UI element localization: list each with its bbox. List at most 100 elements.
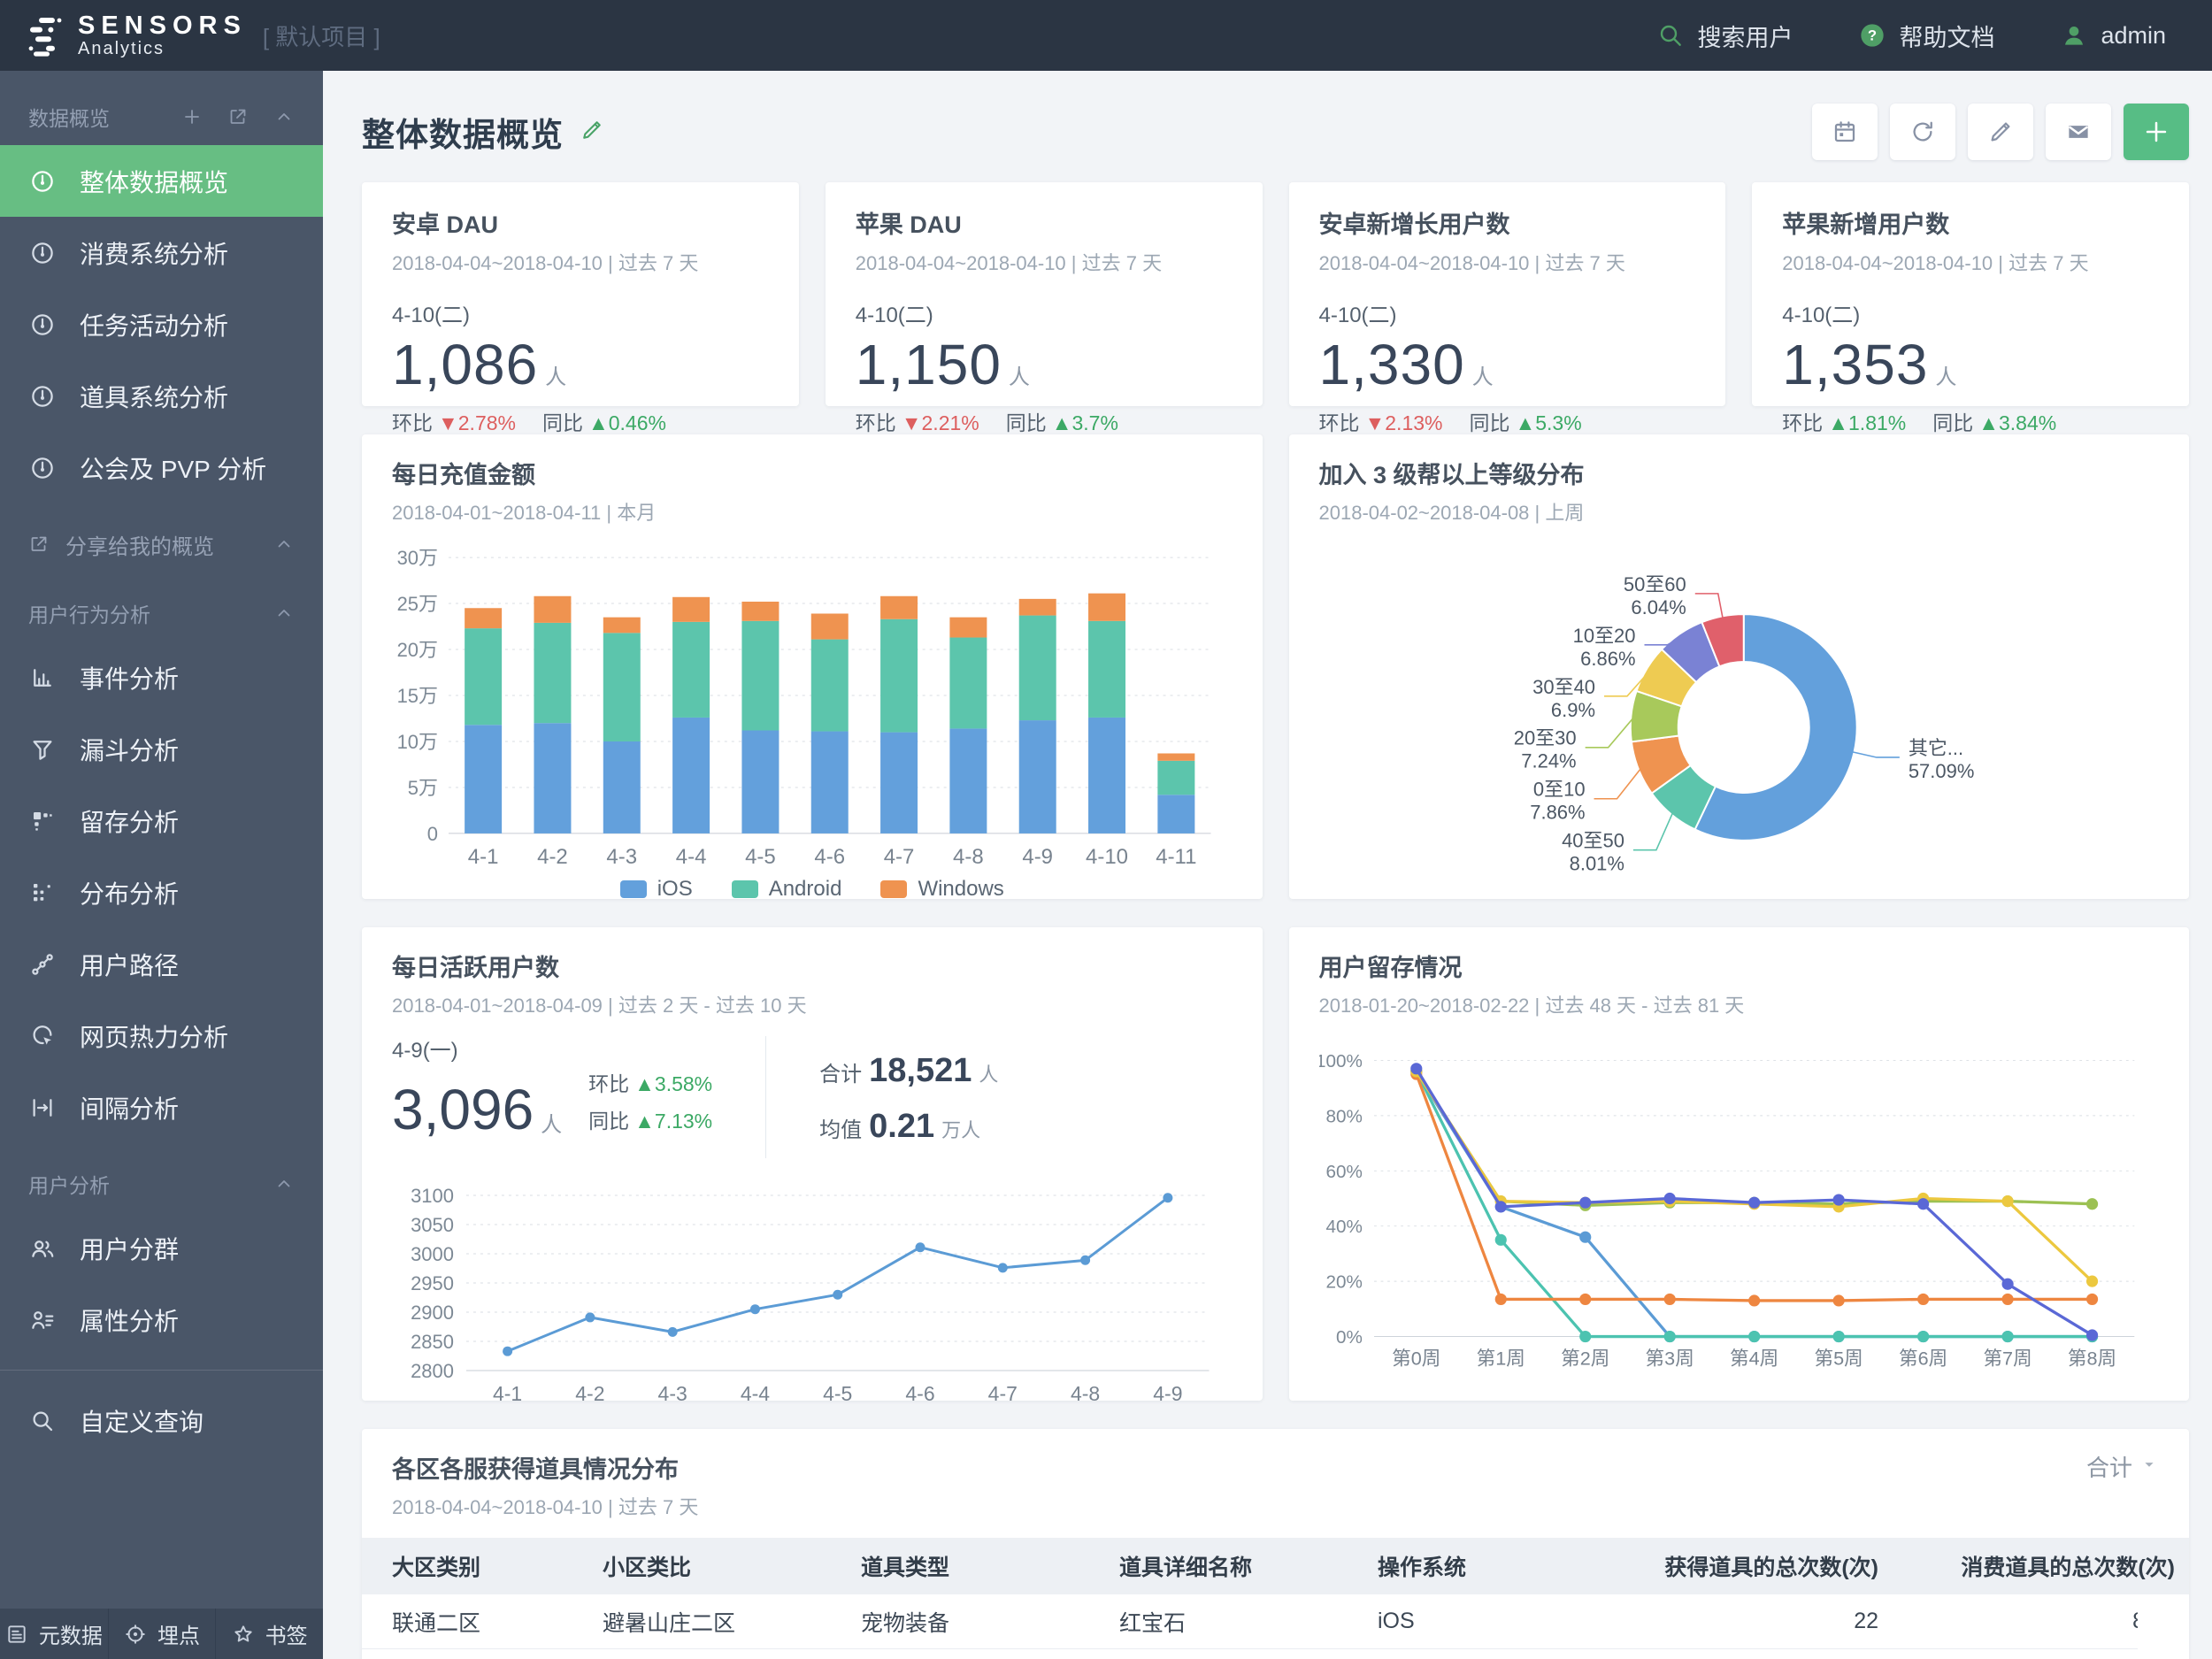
svg-text:4-8: 4-8 [953,845,984,869]
legend-item[interactable]: iOS [619,877,693,899]
chevron-up-icon[interactable] [273,603,295,624]
dau-aggregates: 合计 18,521 人 均值 0.21 万人 [819,1033,998,1165]
svg-text:6.9%: 6.9% [1550,699,1594,721]
cell-value: 8 [2132,1609,2138,1634]
kpi-date-range: 2018-04-04~2018-04-10 | 过去 7 天 [855,252,1163,274]
gap-icon [28,1094,57,1121]
svg-text:4-8: 4-8 [1071,1382,1100,1401]
doc-icon [5,1623,28,1646]
aggregate-select[interactable]: 合计 [2086,1450,2159,1483]
retention-line-chart[interactable]: 0% 20% 40% 60% 80% 100% 第0周 第1周 第2周 第3周 第4周 第5周 第6周 第… [1316,1034,2160,1401]
footer-bookmarks-button[interactable]: 书签 [215,1609,323,1659]
plus-icon[interactable] [181,106,203,127]
legend-label: Windows [918,877,1004,899]
dau-line-chart[interactable]: 2800 2850 2900 2950 3000 3050 3100 4-1 4-2 4-3 4-4… [392,1181,1233,1401]
sidebar-item-interval-analysis[interactable]: 间隔分析 [0,1071,323,1143]
kpi-unit: 人 [1008,365,1030,389]
help-icon: ? [1858,21,1886,50]
svg-text:3000: 3000 [411,1243,454,1265]
svg-text:第4周: 第4周 [1730,1348,1778,1370]
mail-button[interactable] [2046,104,2111,160]
sidebar-item-label: 消费系统分析 [80,240,229,268]
sidebar-footer: 元数据 埋点 书签 [0,1609,323,1659]
pencil-icon[interactable] [580,118,604,142]
kpi-value: 1,330 人 [1319,332,1696,397]
chevron-up-icon[interactable] [273,106,295,127]
topbar-admin-link[interactable]: admin [2060,21,2166,50]
kpi-value: 1,353 人 [1782,332,2159,397]
add-button[interactable] [2124,104,2189,160]
svg-text:2850: 2850 [411,1331,454,1353]
sidebar-item-consumption-system[interactable]: 消费系统分析 [0,217,323,288]
kpi-date: 4-10(二) [855,303,933,327]
share-icon[interactable] [227,106,249,127]
sidebar-item-label: 分布分析 [80,879,180,908]
ratio-label: 同比 [541,411,583,434]
refresh-button[interactable] [1890,104,1955,160]
sidebar-item-web-heatmap[interactable]: 网页热力分析 [0,1000,323,1071]
project-selector[interactable]: [ 默认项目 ] [263,19,380,52]
sidebar-item-item-system[interactable]: 道具系统分析 [0,360,323,432]
recharge-bar-chart[interactable]: 0 5万 10万 15万 20万 25万 30万 4-1 4-2 4-3 4-4 4-5 4-6 4-7 4… [392,541,1233,871]
stat-value: 3,096 [392,1078,534,1141]
sidebar-item-retention-analysis[interactable]: 留存分析 [0,785,323,856]
gauge-icon [28,383,57,410]
sidebar-item-user-segmentation[interactable]: 用户分群 [0,1212,323,1284]
svg-text:第6周: 第6周 [1898,1348,1947,1370]
svg-text:20%: 20% [1325,1272,1362,1293]
footer-tracking-button[interactable]: 埋点 [107,1609,216,1659]
table-row[interactable]: 联通二区避暑山庄二区药材舍利子Android226 [362,1649,2138,1659]
kpi-ratios: 环比 ▲1.81% 同比 ▲3.84% [1782,406,2159,436]
sidebar-section-overview: 数据概览 [0,88,323,145]
sidebar-item-event-analysis[interactable]: 事件分析 [0,641,323,713]
sidebar-item-guild-pvp[interactable]: 公会及 PVP 分析 [0,432,323,503]
edit-button[interactable] [1968,104,2033,160]
topbar-help-docs-link[interactable]: ? 帮助文档 [1858,19,1994,53]
chevron-up-icon[interactable] [273,534,295,555]
chart-title: 加入 3 级帮以上等级分布 [1318,462,1585,488]
legend-item[interactable]: Windows [880,877,1004,899]
calendar-button[interactable] [1812,104,1878,160]
guild-donut-chart[interactable]: 其它...57.09% 40至508.01% 0至107.86% 20至307.24%… [1319,541,2160,899]
chart-subtitle: 2018-04-01~2018-04-11 | 本月 [392,502,657,524]
topbar-search-users-link[interactable]: 搜索用户 [1656,19,1793,53]
sidebar-item-label: 公会及 PVP 分析 [80,455,267,483]
sidebar-item-user-path[interactable]: 用户路径 [0,928,323,1000]
retention-chart-card: 用户留存情况 2018-01-20~2018-02-22 | 过去 48 天 -… [1288,927,2189,1401]
dau-stats: 4-9(一) 3,096 人 环比 ▲3.58% 同比 ▲7.13% 合计 18,521… [392,1033,1233,1165]
sidebar-item-overall-overview[interactable]: 整体数据概览 [0,145,323,217]
sidebar-item-funnel-analysis[interactable]: 漏斗分析 [0,713,323,785]
table-cell: iOS [1378,1594,1648,1648]
sidebar-item-label: 网页热力分析 [80,1023,229,1051]
ratio-label: 同比 [1005,411,1047,434]
chart-subtitle: 2018-04-01~2018-04-09 | 过去 2 天 - 过去 10 天 [392,995,807,1017]
svg-text:40至50: 40至50 [1562,830,1624,852]
footer-metadata-button[interactable]: 元数据 [0,1609,108,1659]
svg-text:第2周: 第2周 [1561,1348,1609,1370]
svg-text:4-6: 4-6 [905,1382,934,1401]
sidebar-item-label: 任务活动分析 [80,311,229,340]
svg-text:8.01%: 8.01% [1569,853,1624,875]
footer-label: 书签 [265,1624,308,1648]
aggregate-label: 合计 [2085,1455,2132,1481]
svg-text:3050: 3050 [411,1214,454,1236]
sidebar-item-custom-query[interactable]: 自定义查询 [0,1385,323,1456]
sidebar-item-task-activity[interactable]: 任务活动分析 [0,288,323,360]
sidebar-divider [0,1370,323,1371]
svg-text:4-9: 4-9 [1153,1382,1182,1401]
funnel-icon [28,736,57,763]
sidebar-item-attribute-analysis[interactable]: 属性分析 [0,1284,323,1356]
table-header-cell: 道具类型 [861,1555,950,1580]
sidebar-section-shared-overview[interactable]: 分享给我的概览 [0,516,323,572]
svg-text:4-2: 4-2 [575,1382,604,1401]
kpi-unit: 人 [545,365,567,389]
chevron-up-icon[interactable] [273,1173,295,1194]
sidebar-item-distribution-analysis[interactable]: 分布分析 [0,856,323,928]
table-row[interactable]: 联通二区 避暑山庄二区 宠物装备 红宝石 iOS 22 8 [362,1594,2138,1649]
pencil-icon [1987,119,2014,145]
legend-item[interactable]: Android [731,877,841,899]
kpi-unit: 人 [1935,365,1957,389]
svg-text:3100: 3100 [411,1185,454,1207]
ratio-label: 环比 [1782,411,1824,434]
dau-current: 4-9(一) 3,096 人 环比 ▲3.58% 同比 ▲7.13% [392,1033,712,1165]
